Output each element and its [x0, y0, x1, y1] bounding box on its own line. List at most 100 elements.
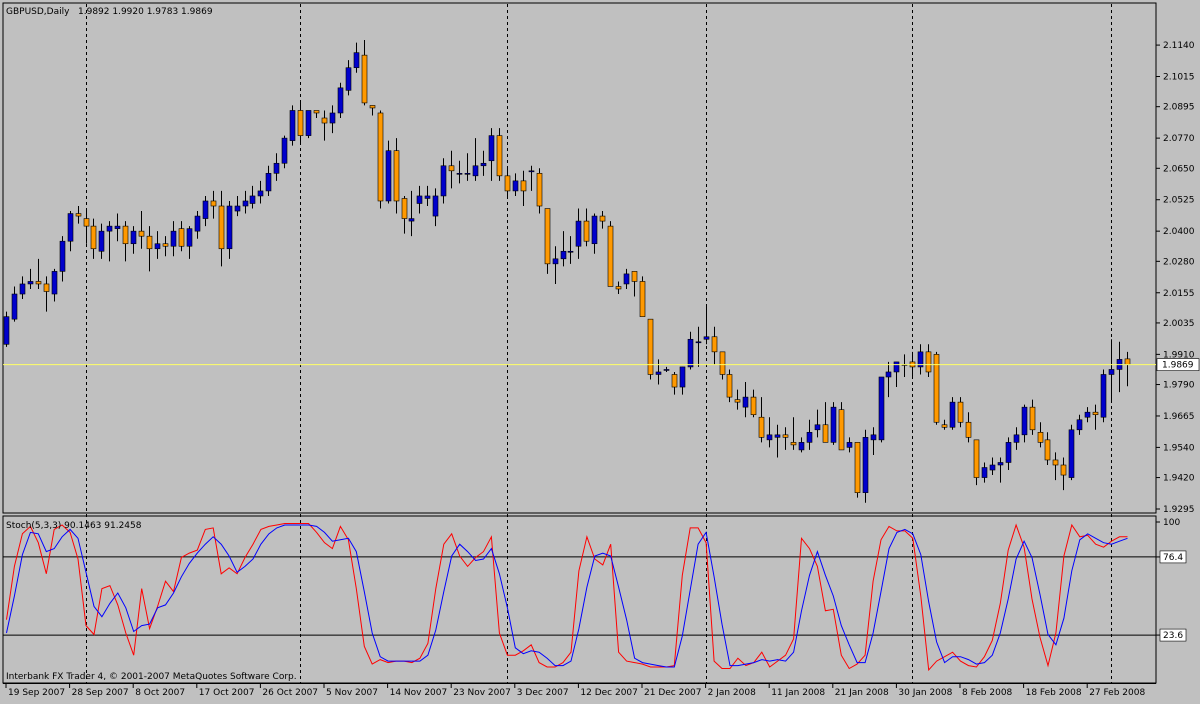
- candle-body: [774, 434, 781, 438]
- candle-body: [313, 110, 320, 114]
- candle-body: [822, 424, 829, 443]
- candle-body: [687, 338, 694, 368]
- chart-window[interactable]: 2.1140 2.1015 2.0895 2.0770 2.0650 2.0525 2.04…: [0, 0, 1200, 700]
- candle-body: [83, 218, 90, 227]
- candle-body: [178, 228, 185, 247]
- candle-body: [639, 281, 646, 317]
- price-axis-label: 1.9540: [1163, 443, 1195, 453]
- candle-body: [122, 225, 129, 245]
- candle-body: [289, 110, 296, 141]
- time-axis-label: 2 Jan 2008: [708, 688, 756, 698]
- chart-canvas[interactable]: 2.1140 2.1015 2.0895 2.0770 2.0650 2.0525 2.04…: [0, 0, 1200, 700]
- candle-body: [265, 173, 272, 192]
- candle-body: [408, 218, 415, 222]
- candle-body: [520, 180, 527, 192]
- candle: [726, 369, 733, 403]
- candle-body: [750, 396, 757, 416]
- time-axis-label: 8 Feb 2008: [962, 688, 1013, 698]
- candle-body: [27, 281, 34, 285]
- candle-body: [671, 374, 678, 388]
- candle-body: [1084, 411, 1091, 418]
- candle-body: [401, 198, 408, 219]
- price-axis-label: 2.0895: [1163, 103, 1195, 113]
- candle-body: [599, 215, 606, 222]
- candle-body: [1060, 464, 1067, 476]
- candle: [305, 110, 312, 139]
- price-axis-label: 2.0525: [1163, 196, 1195, 206]
- candle-body: [870, 434, 877, 441]
- price-axis-label: 1.9790: [1163, 381, 1195, 391]
- candle-body: [941, 424, 948, 428]
- candle-body: [1044, 439, 1051, 461]
- candle-body: [210, 200, 217, 207]
- candle: [639, 276, 646, 317]
- candle-body: [35, 281, 42, 285]
- candle: [854, 442, 861, 498]
- candle: [337, 82, 344, 119]
- candle-body: [862, 437, 869, 493]
- candle-body: [43, 283, 50, 292]
- candle-body: [973, 439, 980, 478]
- candle-body: [242, 200, 249, 207]
- candle-body: [504, 175, 511, 192]
- candle-body: [3, 316, 10, 345]
- candle-body: [218, 205, 225, 250]
- candle-body: [893, 361, 900, 373]
- time-axis-label: 14 Nov 2007: [390, 688, 448, 698]
- candle-body: [202, 200, 209, 219]
- candle-body: [1029, 406, 1036, 431]
- time-axis-label: 17 Oct 2007: [199, 688, 255, 698]
- candle-body: [194, 215, 201, 232]
- candle-body: [1076, 419, 1083, 431]
- price-axis-label: 1.9420: [1163, 474, 1195, 484]
- candle-body: [226, 205, 233, 250]
- candle-body: [98, 230, 105, 252]
- price-axis-label: 2.1015: [1163, 73, 1195, 83]
- price-axis-label: 2.0650: [1163, 164, 1195, 174]
- candle: [1068, 424, 1075, 481]
- candle-body: [583, 220, 590, 242]
- candle-body: [488, 135, 495, 162]
- candle-body: [790, 442, 797, 446]
- price-axis-label: 1.9295: [1163, 505, 1195, 515]
- candle-body: [965, 421, 972, 438]
- candle-body: [257, 190, 264, 197]
- time-axis-label: 23 Nov 2007: [453, 688, 511, 698]
- candle-body: [329, 112, 336, 124]
- candle-body: [114, 225, 121, 229]
- candle-body: [440, 165, 447, 197]
- candle-body: [1052, 459, 1059, 466]
- candle-body: [19, 283, 26, 295]
- candle-body: [67, 213, 74, 242]
- candle-body: [321, 117, 328, 124]
- candle-body: [830, 406, 837, 443]
- price-axis-label: 2.0280: [1163, 257, 1195, 267]
- time-axis-label: 11 Jan 2008: [771, 688, 825, 698]
- candle-body: [432, 195, 439, 217]
- candle: [647, 318, 654, 380]
- candle-body: [798, 442, 805, 451]
- candle-body: [1005, 442, 1012, 463]
- candle-body: [106, 225, 113, 232]
- candle-body: [552, 258, 559, 265]
- candle-body: [949, 401, 956, 428]
- candle-body: [997, 462, 1004, 466]
- candle-body: [11, 293, 18, 320]
- time-axis-label: 21 Dec 2007: [644, 688, 702, 698]
- candle-body: [51, 271, 58, 295]
- copyright-text: Interbank FX Trader 4, © 2001-2007 MetaQ…: [6, 672, 297, 682]
- candle-body: [575, 220, 582, 247]
- candle-body: [925, 351, 932, 373]
- candle-body: [281, 137, 288, 164]
- candle-body: [393, 150, 400, 202]
- candle: [3, 311, 10, 347]
- candle-body: [607, 225, 614, 287]
- time-axis-label: 26 Oct 2007: [262, 688, 318, 698]
- candle-body: [846, 442, 853, 448]
- time-axis-label: 19 Sep 2007: [8, 688, 65, 698]
- candle-body: [1037, 432, 1044, 443]
- candle: [830, 402, 837, 445]
- time-axis-label: 18 Feb 2008: [1026, 688, 1082, 698]
- candle-body: [90, 225, 97, 250]
- chart-ohlc-readout: 1.9892 1.9920 1.9783 1.9869: [78, 7, 213, 17]
